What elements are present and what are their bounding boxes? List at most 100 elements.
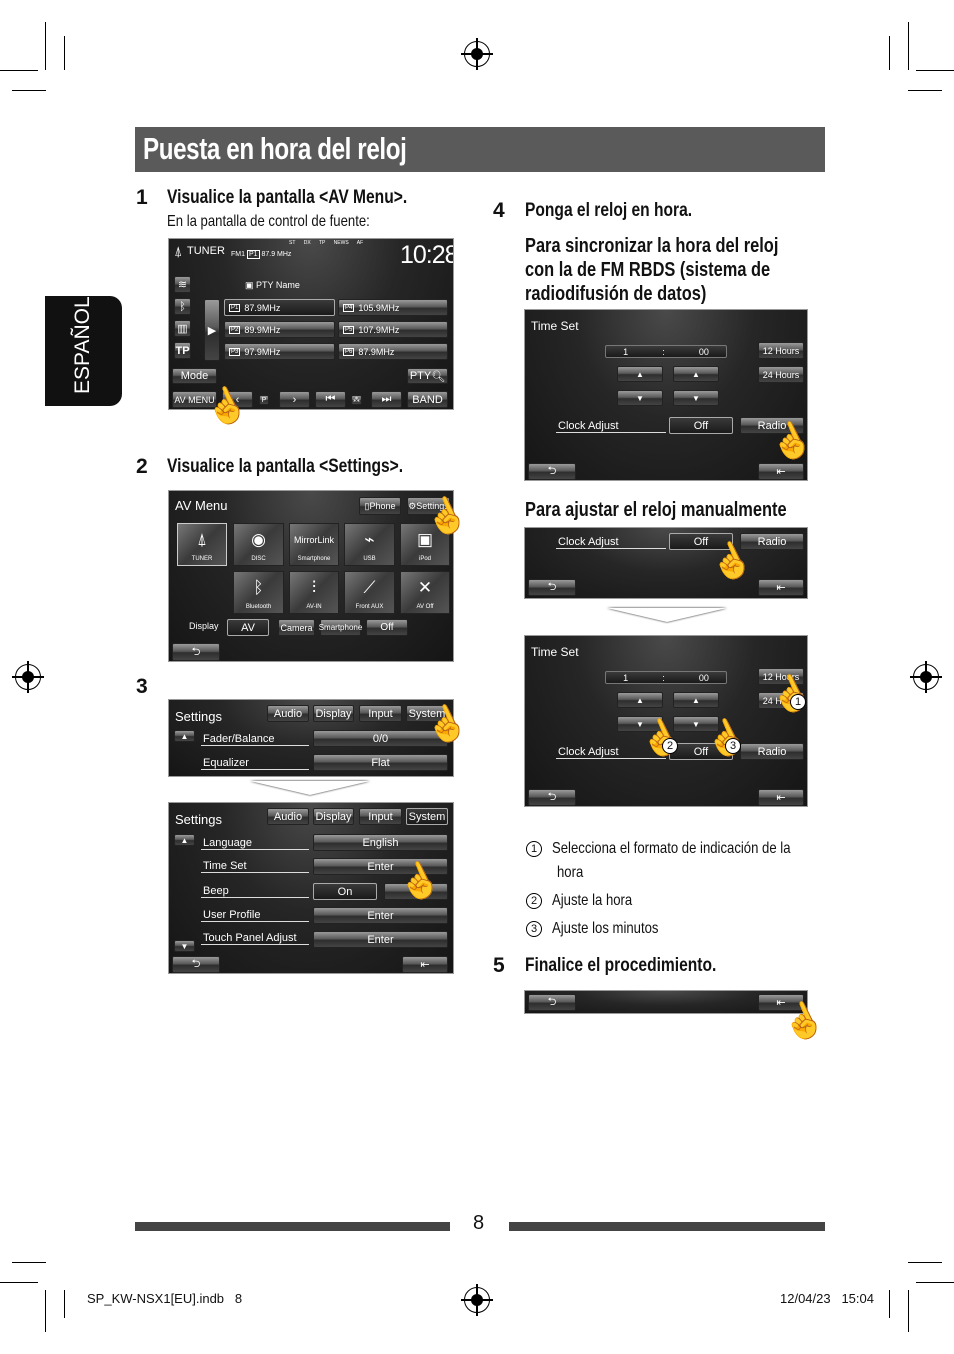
back-button[interactable]: ⮌ — [172, 956, 220, 973]
tab-input[interactable]: Input — [359, 705, 402, 722]
crop-mark — [908, 1262, 942, 1263]
source-bluetooth[interactable]: ᛒ Bluetooth — [233, 571, 284, 614]
minute-up-button[interactable]: ▲ — [673, 692, 719, 708]
display-off-button[interactable]: Off — [366, 619, 408, 636]
print-date: 12/04/23 15:04 — [780, 1291, 874, 1306]
settings-audio-screen: Settings Audio Display Input System ▲ Fa… — [168, 699, 454, 777]
footer-bar — [135, 1222, 450, 1231]
registration-mark-icon — [461, 1284, 493, 1316]
tab-audio[interactable]: Audio — [267, 808, 309, 825]
mode-button[interactable]: Mode — [172, 368, 217, 384]
step-number: 5 — [493, 954, 505, 977]
back-button[interactable]: ⮌ — [528, 789, 576, 806]
exit-button[interactable]: ⇤ — [402, 956, 448, 973]
antenna-icon: ⍋ — [174, 243, 183, 259]
p-button[interactable]: P — [259, 395, 269, 405]
search-icon: 🔍︎ — [431, 370, 446, 383]
scroll-up-button[interactable]: ▲ — [174, 834, 195, 846]
eq-icon-button[interactable]: ≋ — [174, 276, 191, 293]
beep-on-button[interactable]: On — [313, 883, 377, 900]
step-title: Finalice el procedimiento. — [525, 955, 717, 976]
source-disc[interactable]: ◉ DISC — [233, 523, 284, 566]
bluetooth-button[interactable]: ᛒ — [174, 298, 191, 315]
clock-display: 10:28 — [400, 241, 454, 269]
minute-up-button[interactable]: ▲ — [673, 366, 719, 382]
tp-button[interactable]: TP — [174, 342, 191, 359]
page-title: Puesta en hora del reloj — [143, 131, 407, 166]
seek-mode-icon[interactable]: ⁂ — [351, 395, 362, 405]
hour-up-button[interactable]: ▲ — [617, 366, 663, 382]
tab-input[interactable]: Input — [359, 808, 402, 825]
language-button[interactable]: English — [313, 834, 448, 851]
footer-bar — [509, 1222, 825, 1231]
phone-button[interactable]: ▯ Phone — [359, 497, 401, 515]
12-hours-button[interactable]: 12 Hours — [758, 342, 804, 359]
legend-item: 3 Ajuste los minutos — [526, 917, 843, 941]
finish-bar-screen: ⮌ ⇤ — [524, 990, 808, 1014]
callout-3: 3 — [725, 738, 741, 754]
arrow-down-icon — [250, 781, 370, 797]
display-smartphone-button[interactable]: Smartphone — [319, 619, 362, 636]
preset-expand-button[interactable]: ▶ — [204, 299, 220, 361]
next-button[interactable]: › — [279, 391, 310, 408]
clock-adjust-screen: Clock Adjust Off Radio ⮌ ⇤ — [524, 527, 808, 599]
tuner-screen: ⍋ TUNER FM1 P1 87.9 MHz ST DX TP NEWS AF… — [168, 238, 454, 410]
level-meter-button[interactable]: ▥ — [174, 320, 191, 337]
source-av-off[interactable]: ✕ AV Off — [400, 571, 450, 614]
scroll-up-button[interactable]: ▲ — [174, 730, 195, 742]
hour-up-button[interactable]: ▲ — [617, 692, 663, 708]
user-profile-button[interactable]: Enter — [313, 907, 448, 924]
step-number: 2 — [136, 455, 148, 478]
crop-mark — [64, 1290, 65, 1318]
display-av-button[interactable]: AV — [227, 619, 269, 636]
callout-2: 2 — [662, 738, 678, 754]
source-smartphone[interactable]: MirrorLink Smartphone — [289, 523, 339, 566]
source-front-aux[interactable]: ⟋ Front AUX — [344, 571, 395, 614]
time-display: 1:00 — [605, 345, 727, 358]
section-heading-sync: Para sincronizar la hora del reloj con l… — [525, 235, 779, 305]
tab-display[interactable]: Display — [313, 705, 354, 722]
exit-button[interactable]: ⇤ — [758, 789, 804, 806]
arrow-down-icon — [607, 608, 727, 624]
legend-item: 1 Selecciona el formato de indicación de … — [526, 837, 843, 861]
preset-button[interactable]: P5 107.9MHz — [338, 321, 448, 338]
back-button[interactable]: ⮌ — [528, 579, 576, 596]
scroll-down-button[interactable]: ▼ — [174, 940, 195, 952]
exit-button[interactable]: ⇤ — [758, 579, 804, 596]
back-button[interactable]: ⮌ — [528, 463, 576, 480]
preset-button[interactable]: P1 87.9MHz — [224, 299, 335, 316]
touch-panel-adjust-button[interactable]: Enter — [313, 931, 448, 948]
source-tuner[interactable]: ⍋ TUNER — [177, 523, 227, 566]
step-title: Visualice la pantalla <AV Menu>. — [167, 187, 408, 208]
preset-button[interactable]: P4 105.9MHz — [338, 299, 448, 316]
source-av-in[interactable]: ⫶ AV-IN — [289, 571, 339, 614]
skip-forward-icon[interactable]: ⏭ — [371, 391, 402, 408]
hour-down-button[interactable]: ▼ — [617, 390, 663, 406]
back-button[interactable]: ⮌ — [172, 643, 220, 661]
tab-display[interactable]: Display — [313, 808, 354, 825]
back-button[interactable]: ⮌ — [528, 994, 576, 1011]
clock-adjust-radio-button[interactable]: Radio — [740, 533, 804, 550]
legend-item: 2 Ajuste la hora — [526, 889, 843, 913]
crop-mark — [908, 1290, 909, 1332]
equalizer-button[interactable]: Flat — [313, 754, 448, 771]
minute-down-button[interactable]: ▼ — [673, 390, 719, 406]
display-camera-button[interactable]: Camera — [278, 619, 315, 636]
skip-back-icon[interactable]: ⏮ — [315, 391, 346, 408]
source-usb[interactable]: ⌁ USB — [344, 523, 395, 566]
tab-system[interactable]: System — [406, 808, 448, 825]
file-name: SP_KW-NSX1[EU].indb 8 — [87, 1291, 243, 1306]
crop-mark — [889, 36, 890, 70]
crop-mark — [12, 90, 46, 91]
preset-button[interactable]: P3 97.9MHz — [224, 343, 335, 360]
pty-search-button[interactable]: PTY 🔍︎ — [407, 368, 448, 384]
clock-adjust-off-button[interactable]: Off — [669, 417, 733, 434]
tab-audio[interactable]: Audio — [267, 705, 309, 722]
band-button[interactable]: BAND — [407, 391, 448, 408]
preset-button[interactable]: P6 87.9MHz — [338, 343, 448, 360]
crop-mark — [908, 22, 909, 70]
crop-mark — [45, 22, 46, 70]
time-set-screen: Time Set 1:00 12 Hours 24 Hours ▲ ▲ ▼ ▼ … — [524, 309, 808, 481]
24-hours-button[interactable]: 24 Hours — [758, 366, 804, 383]
preset-button[interactable]: P2 89.9MHz — [224, 321, 335, 338]
